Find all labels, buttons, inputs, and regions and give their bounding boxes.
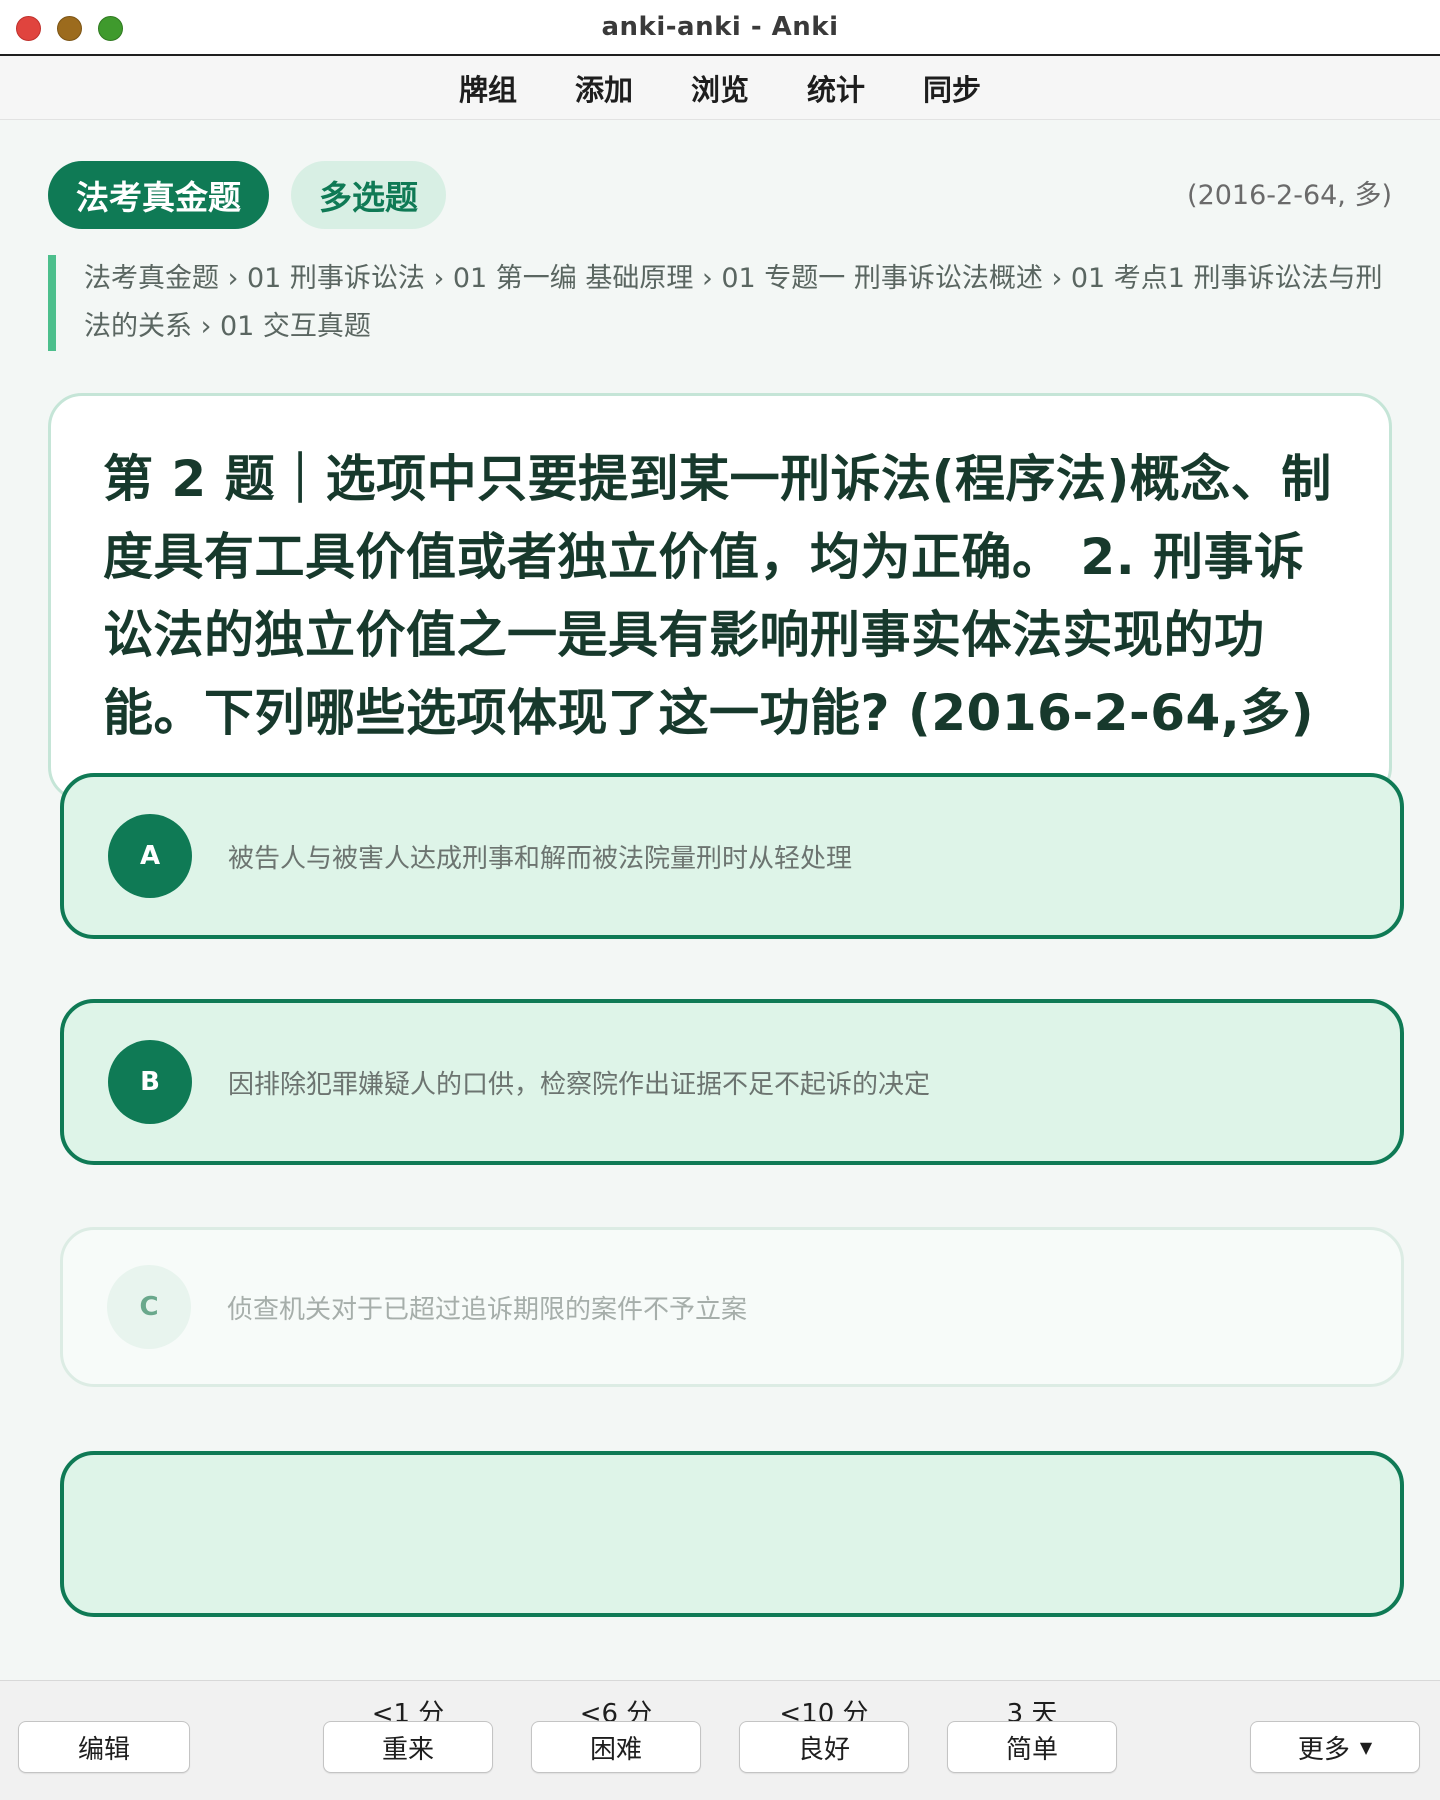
option-c-letter: C	[107, 1265, 191, 1349]
question-card: 第 2 题｜选项中只要提到某一刑诉法(程序法)概念、制度具有工具价值或者独立价值…	[48, 393, 1392, 801]
tag-row: 法考真金题 多选题	[48, 161, 446, 229]
breadcrumb: 法考真金题 › 01 刑事诉讼法 › 01 第一编 基础原理 › 01 专题一 …	[48, 255, 1398, 351]
main-toolbar: 牌组 添加 浏览 统计 同步	[0, 56, 1440, 120]
caret-down-icon: ▼	[1359, 1737, 1373, 1757]
ease-hard-button[interactable]: 困难	[531, 1721, 701, 1773]
edit-button[interactable]: 编辑	[18, 1721, 190, 1773]
option-b[interactable]: B 因排除犯罪嫌疑人的口供，检察院作出证据不足不起诉的决定	[60, 999, 1404, 1165]
toolbar-browse[interactable]: 浏览	[691, 67, 749, 109]
toolbar-stats[interactable]: 统计	[807, 67, 865, 109]
tag-source: 法考真金题	[48, 161, 269, 229]
ease-easy-button[interactable]: 简单	[947, 1721, 1117, 1773]
question-text: 第 2 题｜选项中只要提到某一刑诉法(程序法)概念、制度具有工具价值或者独立价值…	[103, 450, 1332, 742]
ease-good-button[interactable]: 良好	[739, 1721, 909, 1773]
option-c-text: 侦查机关对于已超过追诉期限的案件不予立案	[227, 1294, 748, 1325]
option-a-text: 被告人与被害人达成刑事和解而被法院量刑时从轻处理	[228, 843, 853, 874]
toolbar-add[interactable]: 添加	[575, 67, 633, 109]
toolbar-sync[interactable]: 同步	[923, 67, 981, 109]
question-ref-code: (2016-2-64, 多)	[1187, 180, 1392, 211]
card-review-area: 法考真金题 多选题 (2016-2-64, 多) 法考真金题 › 01 刑事诉讼…	[0, 121, 1440, 1681]
title-bar: anki-anki - Anki	[0, 0, 1440, 56]
option-b-letter: B	[108, 1040, 192, 1124]
option-b-text: 因排除犯罪嫌疑人的口供，检察院作出证据不足不起诉的决定	[228, 1069, 931, 1100]
more-button[interactable]: 更多 ▼	[1250, 1721, 1420, 1773]
window-title: anki-anki - Anki	[601, 12, 839, 42]
option-c[interactable]: C 侦查机关对于已超过追诉期限的案件不予立案	[60, 1227, 1404, 1387]
minimize-window-button[interactable]	[57, 16, 82, 41]
tag-question-type: 多选题	[291, 161, 446, 229]
option-a[interactable]: A 被告人与被害人达成刑事和解而被法院量刑时从轻处理	[60, 773, 1404, 939]
zoom-window-button[interactable]	[98, 16, 123, 41]
option-a-letter: A	[108, 814, 192, 898]
window-controls	[16, 16, 123, 41]
option-d-partial[interactable]	[60, 1451, 1404, 1617]
answer-bar: 编辑 <1 分 重来 <6 分 困难 <10 分 良好 3 天 简单 更多 ▼	[0, 1680, 1440, 1800]
more-label: 更多	[1297, 1734, 1350, 1765]
toolbar-decks[interactable]: 牌组	[459, 67, 517, 109]
ease-again-button[interactable]: 重来	[323, 1721, 493, 1773]
close-window-button[interactable]	[16, 16, 41, 41]
